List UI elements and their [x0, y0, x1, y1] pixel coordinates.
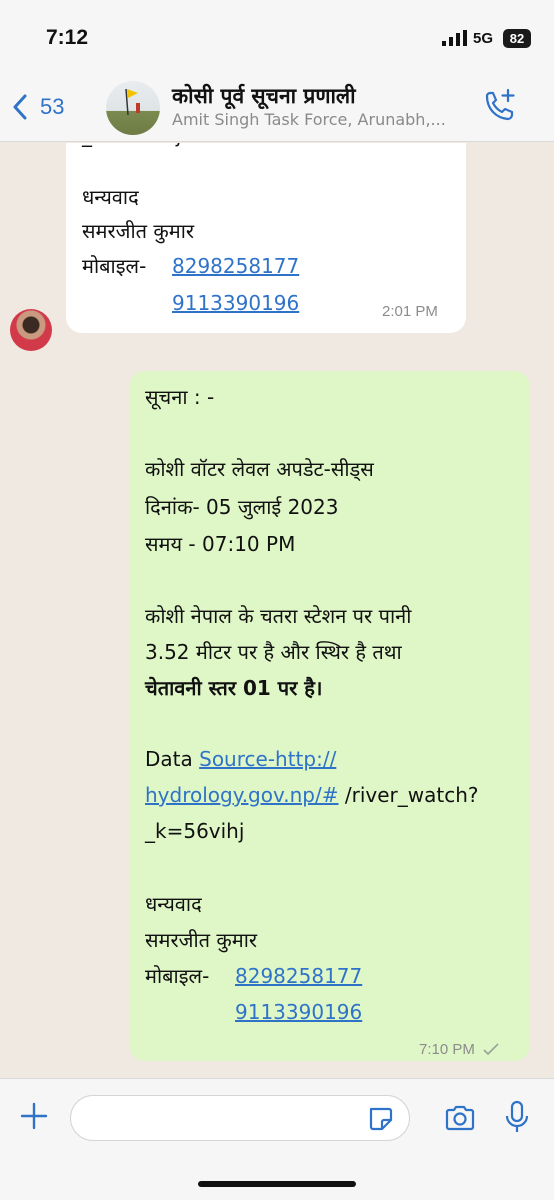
message-status: 7:10 PM [419, 1041, 499, 1059]
battery-icon: 82 [503, 29, 531, 48]
status-bar: 7:12 5G 82 [0, 0, 554, 72]
message-input[interactable] [70, 1095, 410, 1141]
message-text: समरजीत कुमार [145, 928, 258, 952]
call-add-icon[interactable] [481, 88, 517, 124]
message-text: समय - 07:10 PM [145, 532, 296, 556]
source-link[interactable]: hydrology.gov.np/# [145, 783, 339, 807]
incoming-message[interactable]: _k=56vihj धन्यवाद समरजीत कुमार मोबाइल- 8… [66, 143, 466, 333]
back-button[interactable]: 53 [12, 92, 64, 122]
camera-icon[interactable] [444, 1104, 476, 1132]
message-text: 3.52 मीटर पर है और स्थिर है तथा [145, 640, 402, 664]
message-text: मोबाइल- [145, 964, 210, 988]
chat-subtitle[interactable]: Amit Singh Task Force, Arunabh,... [172, 110, 446, 129]
message-text: hydrology.gov.np/# /river_watch? [145, 777, 478, 813]
phone-link[interactable]: 8298258177 [172, 248, 299, 284]
plus-icon[interactable] [20, 1102, 48, 1130]
outgoing-message[interactable]: सूचना : - कोशी वॉटर लेवल अपडेट-सीड्स दिन… [129, 371, 530, 1061]
message-text: चेतावनी स्तर 01 पर है। [145, 676, 323, 700]
message-text: _k=56vihj [145, 819, 245, 843]
url-text: /river_watch? [338, 783, 479, 807]
message-text: धन्यवाद [82, 185, 139, 209]
phone-link[interactable]: 9113390196 [172, 285, 299, 321]
message-text: कोशी वॉटर लेवल अपडेट-सीड्स [145, 457, 374, 481]
chat-header: 53 कोसी पूर्व सूचना प्रणाली Amit Singh T… [0, 72, 554, 142]
double-tick-icon [483, 1043, 499, 1055]
sticker-icon[interactable] [367, 1105, 395, 1131]
message-time: 7:10 PM [419, 1041, 475, 1058]
signal-icon [442, 30, 467, 46]
message-text: _k=56vihj [82, 143, 181, 153]
group-avatar[interactable] [106, 81, 160, 135]
message-text: Data Source-http:// [145, 741, 336, 777]
message-text: सूचना : - [145, 385, 215, 409]
message-text: दिनांक- 05 जुलाई 2023 [145, 495, 339, 519]
message-text: मोबाइल- [82, 254, 147, 278]
message-time: 2:01 PM [382, 303, 438, 320]
back-count: 53 [40, 94, 65, 119]
chat-title[interactable]: कोसी पूर्व सूचना प्रणाली [172, 82, 356, 110]
sender-avatar[interactable] [10, 309, 52, 351]
mic-icon[interactable] [504, 1100, 530, 1134]
phone-link[interactable]: 8298258177 [235, 958, 362, 994]
message-text: कोशी नेपाल के चतरा स्टेशन पर पानी [145, 604, 412, 628]
message-text: समरजीत कुमार [82, 219, 195, 243]
data-label: Data [145, 747, 200, 771]
group-avatar-image [125, 88, 140, 116]
chevron-left-icon [13, 94, 27, 120]
home-indicator[interactable] [198, 1181, 356, 1187]
status-time: 7:12 [46, 26, 89, 49]
message-text: धन्यवाद [145, 892, 202, 916]
chat-area[interactable]: _k=56vihj धन्यवाद समरजीत कुमार मोबाइल- 8… [0, 143, 554, 1078]
source-link[interactable]: Source-http:// [199, 747, 336, 771]
phone-link[interactable]: 9113390196 [235, 994, 362, 1030]
network-type: 5G [473, 30, 494, 47]
